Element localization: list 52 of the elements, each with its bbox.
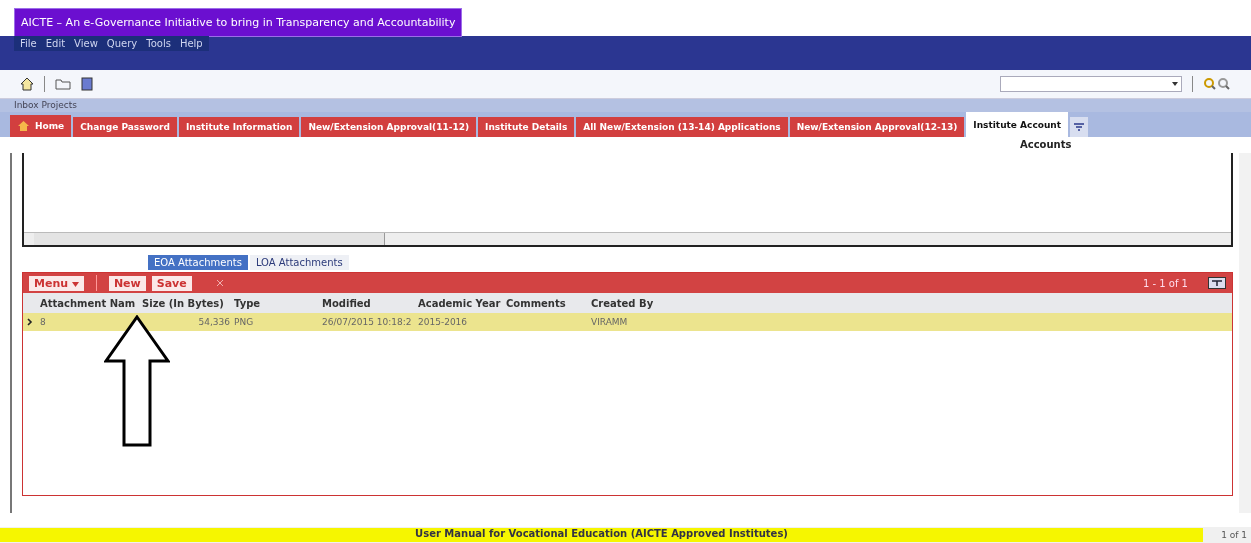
breadcrumb: Inbox Projects	[0, 99, 1251, 112]
home-icon[interactable]	[20, 77, 34, 91]
nav-tab[interactable]: Institute Details	[478, 117, 575, 137]
menu-item[interactable]: Tools	[146, 38, 171, 49]
column-header[interactable]: Comments	[506, 297, 591, 309]
nav-tab[interactable]: New/Extension Approval(11-12)	[301, 117, 477, 137]
nav-tab[interactable]: All New/Extension (13-14) Applications	[576, 117, 788, 137]
column-header[interactable]: Modified	[322, 297, 418, 309]
pager-text: 1 - 1 of 1	[1142, 277, 1188, 289]
column-header[interactable]: Size (In Bytes)	[142, 297, 234, 309]
menu-item[interactable]: Help	[179, 38, 203, 49]
column-header[interactable]: Type	[234, 297, 322, 309]
attachment-tab[interactable]: EOA Attachments	[148, 255, 248, 270]
table-cell: 26/07/2015 10:18:2	[322, 317, 412, 327]
filter-icon	[1074, 123, 1085, 131]
nav-tab[interactable]: Institute Account	[966, 112, 1069, 137]
tab-menu-button[interactable]	[1070, 117, 1089, 137]
section-heading: Accounts	[1019, 138, 1073, 152]
menu-item[interactable]: View	[74, 38, 98, 49]
nav-tab[interactable]: New/Extension Approval(12-13)	[789, 117, 965, 137]
column-header[interactable]: Attachment Nam	[40, 297, 142, 309]
close-icon[interactable]	[215, 279, 224, 287]
table-cell: PNG	[234, 317, 254, 327]
toolbar-button[interactable]: New	[108, 275, 146, 291]
toolbar-button[interactable]: Save	[151, 275, 192, 291]
search-icon[interactable]	[1203, 77, 1231, 91]
home-icon	[17, 120, 30, 132]
scrollbar[interactable]	[24, 232, 1231, 245]
table-cell: 54,336	[198, 317, 230, 327]
search-field[interactable]	[1000, 76, 1182, 92]
menu-item[interactable]: File	[20, 38, 37, 49]
attachment-tab[interactable]: LOA Attachments	[249, 255, 349, 270]
nav-tab[interactable]: Change Password	[73, 117, 177, 137]
menu-button[interactable]: Menu	[29, 275, 84, 291]
menu-item[interactable]: Edit	[45, 38, 66, 49]
nav-tab[interactable]: Institute Information	[178, 117, 300, 137]
columns-icon[interactable]	[1208, 277, 1226, 289]
column-header[interactable]: Academic Year	[418, 297, 506, 309]
page-count: 1 of 1	[1220, 530, 1248, 540]
document-icon[interactable]	[81, 77, 93, 91]
menu-item[interactable]: Query	[106, 38, 138, 49]
table-cell: 2015-2016	[418, 317, 468, 327]
table-cell: 8	[40, 317, 46, 327]
window-title: AICTE – An e-Governance Initiative to bring in Transparency and Accountability	[14, 8, 463, 37]
column-header[interactable]: Created By	[591, 297, 711, 309]
table-cell: VIRAMM	[591, 317, 628, 327]
table-row[interactable]: 8 54,336 PNG 26/07/2015 10:18:2 2015-2016 VIRAMM	[23, 313, 1232, 331]
expand-icon[interactable]	[27, 318, 33, 326]
folder-icon[interactable]	[55, 78, 71, 90]
caret-icon	[71, 281, 79, 287]
document-title-bar: User Manual for Vocational Education (AICTE Approved Institutes)	[0, 528, 1203, 542]
nav-tab[interactable]: Home	[10, 115, 72, 137]
